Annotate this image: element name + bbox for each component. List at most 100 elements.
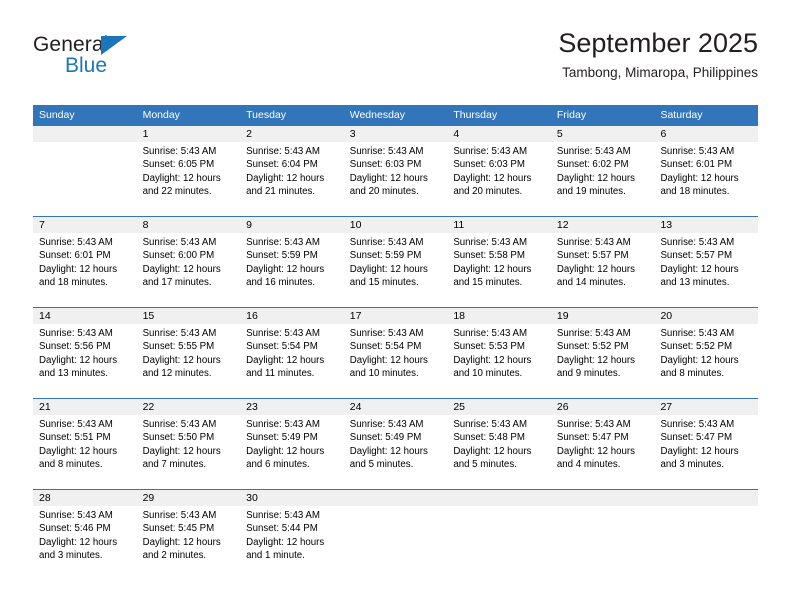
day-number-band: 7 8 9 10 11 12 13 xyxy=(33,217,758,233)
day-cell[interactable]: Sunrise: 5:43 AM Sunset: 5:48 PM Dayligh… xyxy=(447,415,551,489)
sunrise-text: Sunrise: 5:43 AM xyxy=(39,237,113,248)
day-body-row: Sunrise: 5:43 AM Sunset: 5:56 PM Dayligh… xyxy=(33,324,758,398)
daylight-text-line1: Daylight: 12 hours xyxy=(142,263,221,275)
daylight-text-line1: Daylight: 12 hours xyxy=(142,172,221,184)
day-cell[interactable]: Sunrise: 5:43 AM Sunset: 6:00 PM Dayligh… xyxy=(137,233,241,307)
day-cell[interactable]: Sunrise: 5:43 AM Sunset: 5:47 PM Dayligh… xyxy=(551,415,655,489)
daylight-text-line1: Daylight: 12 hours xyxy=(453,445,532,457)
day-cell[interactable]: Sunrise: 5:43 AM Sunset: 5:47 PM Dayligh… xyxy=(654,415,758,489)
day-number: 25 xyxy=(453,401,465,413)
day-cell[interactable]: Sunrise: 5:43 AM Sunset: 5:44 PM Dayligh… xyxy=(240,506,344,580)
day-cell[interactable]: Sunrise: 5:43 AM Sunset: 5:55 PM Dayligh… xyxy=(137,324,241,398)
sunrise-text: Sunrise: 5:43 AM xyxy=(556,146,631,157)
sunset-text: Sunset: 5:52 PM xyxy=(556,341,629,353)
sunset-text: Sunset: 6:03 PM xyxy=(453,159,525,171)
sunset-text: Sunset: 5:51 PM xyxy=(39,432,111,444)
sunset-text: Sunset: 6:02 PM xyxy=(556,159,629,171)
day-number: 13 xyxy=(660,219,673,231)
sunrise-text: Sunrise: 5:43 AM xyxy=(453,328,528,339)
day-cell[interactable]: Sunrise: 5:43 AM Sunset: 5:46 PM Dayligh… xyxy=(33,506,137,580)
sunrise-text: Sunrise: 5:43 AM xyxy=(142,146,217,157)
day-cell[interactable]: Sunrise: 5:43 AM Sunset: 5:59 PM Dayligh… xyxy=(240,233,344,307)
sunrise-text: Sunrise: 5:43 AM xyxy=(349,419,424,430)
sunset-text: Sunset: 5:47 PM xyxy=(556,432,629,444)
day-cell[interactable]: Sunrise: 5:43 AM Sunset: 6:03 PM Dayligh… xyxy=(447,142,551,216)
general-blue-logo[interactable]: General Blue xyxy=(33,32,213,88)
day-cell[interactable]: Sunrise: 5:43 AM Sunset: 5:57 PM Dayligh… xyxy=(654,233,758,307)
sunset-text: Sunset: 5:57 PM xyxy=(556,250,629,262)
day-cell[interactable]: Sunrise: 5:43 AM Sunset: 6:04 PM Dayligh… xyxy=(240,142,344,216)
sunrise-text: Sunrise: 5:43 AM xyxy=(453,237,528,248)
daylight-text-line1: Daylight: 12 hours xyxy=(660,263,739,275)
daylight-text-line2: and 6 minutes. xyxy=(246,459,310,471)
daylight-text-line1: Daylight: 12 hours xyxy=(660,354,739,366)
daylight-text-line2: and 21 minutes. xyxy=(246,186,316,198)
day-body-row: Sunrise: 5:43 AM Sunset: 6:01 PM Dayligh… xyxy=(33,233,758,307)
sunrise-text: Sunrise: 5:43 AM xyxy=(39,328,113,339)
sunrise-text: Sunrise: 5:43 AM xyxy=(142,237,217,248)
day-cell[interactable]: Sunrise: 5:43 AM Sunset: 6:01 PM Dayligh… xyxy=(33,233,137,307)
day-cell[interactable] xyxy=(447,506,551,580)
day-cell[interactable]: Sunrise: 5:43 AM Sunset: 6:02 PM Dayligh… xyxy=(551,142,655,216)
daylight-text-line1: Daylight: 12 hours xyxy=(556,263,635,275)
logo-text-general: General xyxy=(33,33,109,56)
sunset-text: Sunset: 5:58 PM xyxy=(453,250,525,262)
sunrise-text: Sunrise: 5:43 AM xyxy=(246,510,320,521)
sunrise-text: Sunrise: 5:43 AM xyxy=(453,419,528,430)
day-number: 4 xyxy=(453,128,460,140)
day-cell[interactable]: Sunrise: 5:43 AM Sunset: 5:56 PM Dayligh… xyxy=(33,324,137,398)
day-cell[interactable]: Sunrise: 5:43 AM Sunset: 5:59 PM Dayligh… xyxy=(344,233,448,307)
day-number: 19 xyxy=(556,310,569,322)
day-cell[interactable] xyxy=(551,506,655,580)
daylight-text-line1: Daylight: 12 hours xyxy=(660,172,739,184)
daylight-text-line1: Daylight: 12 hours xyxy=(246,445,325,457)
day-cell[interactable]: Sunrise: 5:43 AM Sunset: 5:57 PM Dayligh… xyxy=(551,233,655,307)
calendar-grid: Sunday Monday Tuesday Wednesday Thursday… xyxy=(33,105,758,580)
day-cell[interactable] xyxy=(33,142,137,216)
day-cell[interactable]: Sunrise: 5:43 AM Sunset: 5:52 PM Dayligh… xyxy=(551,324,655,398)
day-cell[interactable]: Sunrise: 5:43 AM Sunset: 5:45 PM Dayligh… xyxy=(137,506,241,580)
daylight-text-line1: Daylight: 12 hours xyxy=(556,354,635,366)
day-number: 17 xyxy=(349,310,362,322)
day-cell[interactable]: Sunrise: 5:43 AM Sunset: 5:54 PM Dayligh… xyxy=(344,324,448,398)
day-cell[interactable]: Sunrise: 5:43 AM Sunset: 5:49 PM Dayligh… xyxy=(344,415,448,489)
day-cell[interactable] xyxy=(654,506,758,580)
daylight-text-line2: and 15 minutes. xyxy=(453,277,523,289)
daylight-text-line2: and 3 minutes. xyxy=(39,550,103,562)
day-cell[interactable]: Sunrise: 5:43 AM Sunset: 6:01 PM Dayligh… xyxy=(654,142,758,216)
sunset-text: Sunset: 5:46 PM xyxy=(39,523,111,535)
daylight-text-line2: and 15 minutes. xyxy=(349,277,419,289)
day-cell[interactable] xyxy=(344,506,448,580)
daylight-text-line1: Daylight: 12 hours xyxy=(453,172,532,184)
day-cell[interactable]: Sunrise: 5:43 AM Sunset: 6:05 PM Dayligh… xyxy=(137,142,241,216)
sunset-text: Sunset: 5:49 PM xyxy=(246,432,318,444)
sunset-text: Sunset: 5:55 PM xyxy=(142,341,215,353)
day-cell[interactable]: Sunrise: 5:43 AM Sunset: 6:03 PM Dayligh… xyxy=(344,142,448,216)
sunset-text: Sunset: 6:01 PM xyxy=(39,250,111,262)
daylight-text-line2: and 13 minutes. xyxy=(39,368,108,380)
day-cell[interactable]: Sunrise: 5:43 AM Sunset: 5:49 PM Dayligh… xyxy=(240,415,344,489)
day-cell[interactable]: Sunrise: 5:43 AM Sunset: 5:51 PM Dayligh… xyxy=(33,415,137,489)
day-cell[interactable]: Sunrise: 5:43 AM Sunset: 5:58 PM Dayligh… xyxy=(447,233,551,307)
calendar-week-row: 1 2 3 4 5 6 Sunrise: 5:43 AM Sunset: 6:0… xyxy=(33,125,758,216)
sunset-text: Sunset: 5:57 PM xyxy=(660,250,733,262)
daylight-text-line1: Daylight: 12 hours xyxy=(142,536,221,548)
daylight-text-line2: and 20 minutes. xyxy=(453,186,523,198)
sunrise-text: Sunrise: 5:43 AM xyxy=(660,328,735,339)
daylight-text-line1: Daylight: 12 hours xyxy=(349,445,428,457)
day-cell[interactable]: Sunrise: 5:43 AM Sunset: 5:54 PM Dayligh… xyxy=(240,324,344,398)
calendar-week-row: 14 15 16 17 18 19 20 Sunrise: 5:43 AM Su… xyxy=(33,307,758,398)
day-number: 20 xyxy=(660,310,673,322)
sunset-text: Sunset: 6:00 PM xyxy=(142,250,215,262)
day-cell[interactable]: Sunrise: 5:43 AM Sunset: 5:52 PM Dayligh… xyxy=(654,324,758,398)
sunset-text: Sunset: 5:50 PM xyxy=(142,432,215,444)
day-cell[interactable]: Sunrise: 5:43 AM Sunset: 5:50 PM Dayligh… xyxy=(137,415,241,489)
calendar-week-row: 21 22 23 24 25 26 27 Sunrise: 5:43 AM Su… xyxy=(33,398,758,489)
daylight-text-line2: and 20 minutes. xyxy=(349,186,419,198)
day-body-row: Sunrise: 5:43 AM Sunset: 5:46 PM Dayligh… xyxy=(33,506,758,580)
daylight-text-line2: and 10 minutes. xyxy=(453,368,523,380)
daylight-text-line2: and 5 minutes. xyxy=(453,459,517,471)
day-cell[interactable]: Sunrise: 5:43 AM Sunset: 5:53 PM Dayligh… xyxy=(447,324,551,398)
sunset-text: Sunset: 5:59 PM xyxy=(349,250,422,262)
day-number: 18 xyxy=(453,310,465,322)
